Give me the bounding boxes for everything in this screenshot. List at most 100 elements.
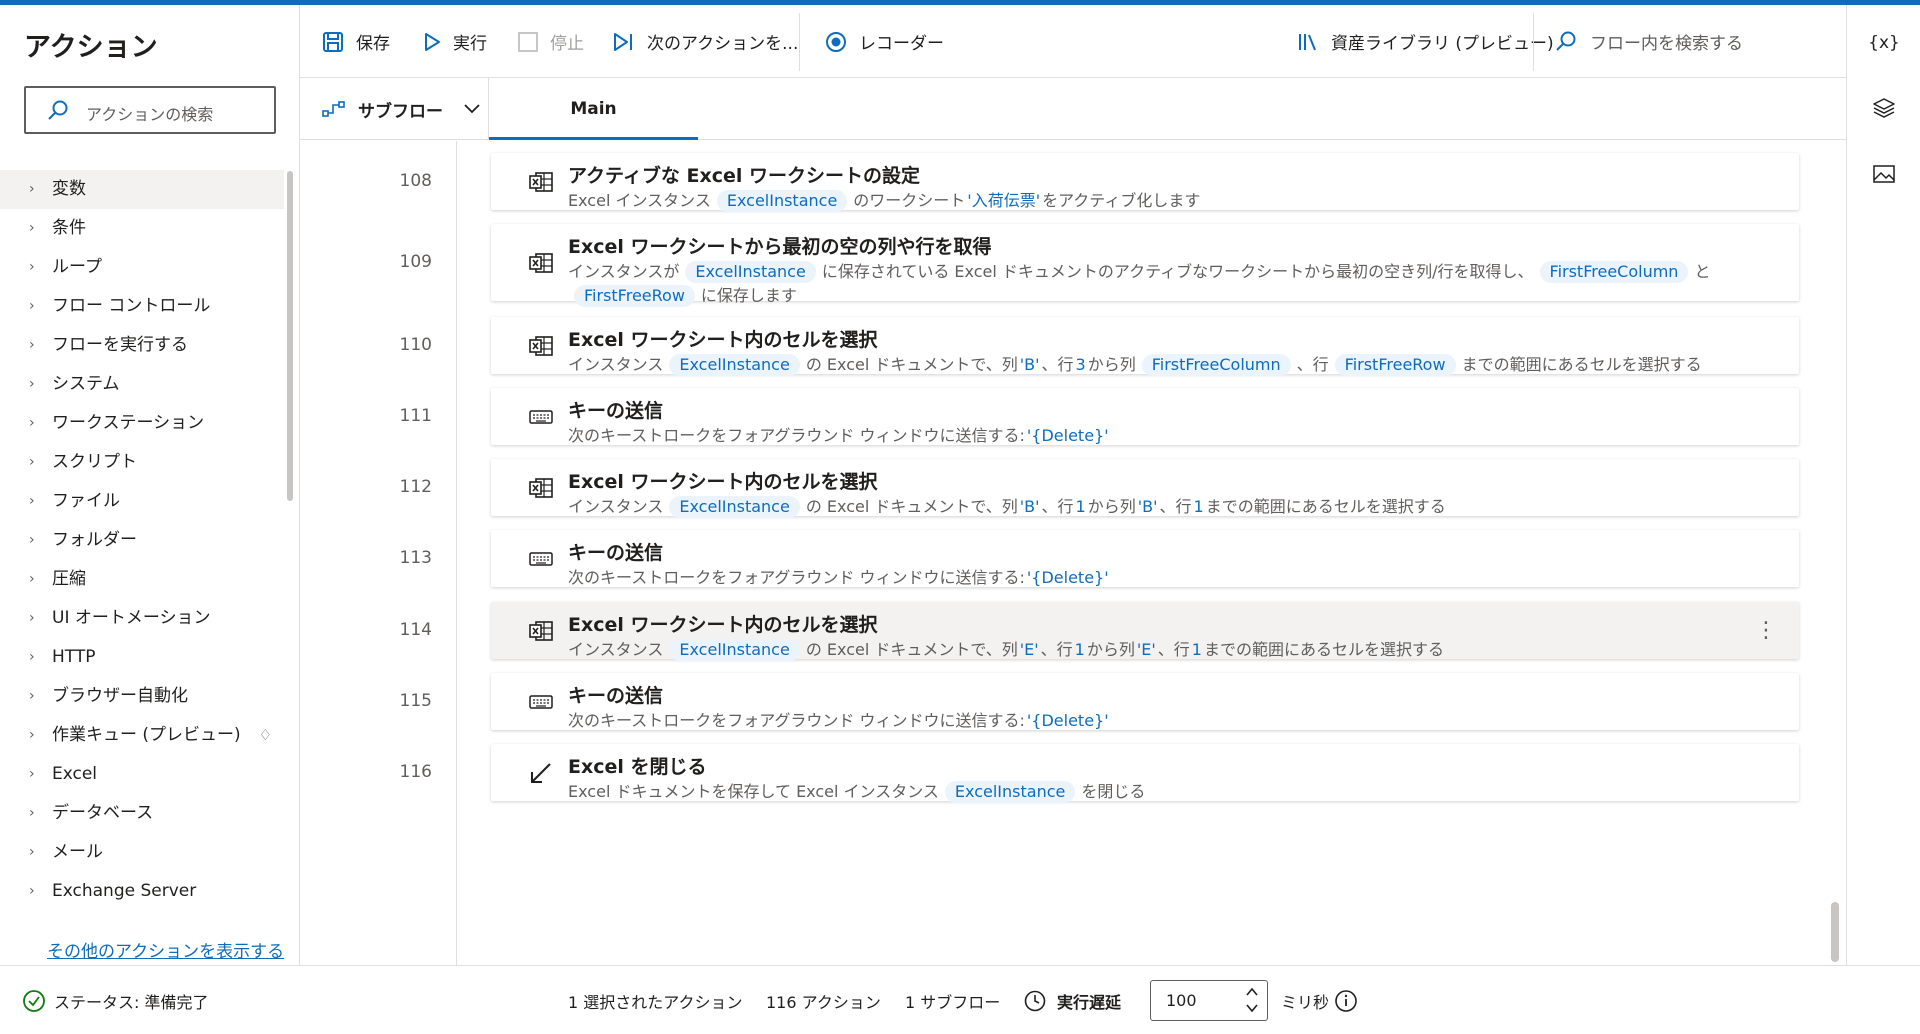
- chevron-right-icon: ›: [29, 220, 35, 236]
- action-card[interactable]: キーの送信 次のキーストロークをフォアグラウンド ウィンドウに送信する: '{Del…: [491, 673, 1799, 730]
- flow-scrollbar[interactable]: [1831, 902, 1839, 962]
- chevron-right-icon: ›: [29, 805, 35, 821]
- next-action-button[interactable]: 次のアクションを...: [613, 5, 798, 78]
- save-label: 保存: [356, 34, 390, 54]
- run-delay-stepper[interactable]: 100: [1150, 980, 1268, 1021]
- description-text: 、行: [1159, 497, 1192, 516]
- category-item[interactable]: › フォルダー: [0, 521, 284, 560]
- variable-chip[interactable]: ExcelInstance: [669, 496, 800, 518]
- stop-button[interactable]: 停止: [518, 5, 584, 78]
- action-card[interactable]: キーの送信 次のキーストロークをフォアグラウンド ウィンドウに送信する: '{Del…: [491, 530, 1799, 587]
- search-icon: [46, 99, 70, 127]
- category-item[interactable]: › 圧縮: [0, 560, 284, 599]
- category-item[interactable]: › Excel: [0, 755, 284, 794]
- category-item[interactable]: › フロー コントロール: [0, 287, 284, 326]
- run-button[interactable]: 実行: [423, 5, 487, 78]
- flow-step[interactable]: 116 Excel を閉じる Excel ドキュメントを保存して Excel インス…: [300, 744, 1800, 803]
- recorder-button[interactable]: レコーダー: [825, 5, 944, 78]
- category-item[interactable]: › ループ: [0, 248, 284, 287]
- variable-chip[interactable]: FirstFreeRow: [574, 285, 695, 307]
- variable-chip[interactable]: ExcelInstance: [669, 354, 800, 376]
- category-item[interactable]: › UI オートメーション: [0, 599, 284, 638]
- action-card[interactable]: Excel ワークシート内のセルを選択 インスタンス ExcelInstance の …: [491, 602, 1799, 662]
- save-button[interactable]: 保存: [322, 5, 390, 78]
- category-item[interactable]: › ファイル: [0, 482, 284, 521]
- action-title: Excel ワークシート内のセルを選択: [568, 471, 878, 493]
- chevron-right-icon: ›: [29, 649, 35, 665]
- action-card[interactable]: Excel を閉じる Excel ドキュメントを保存して Excel インスタンス…: [491, 744, 1799, 803]
- flow-step[interactable]: 114 Excel ワークシート内のセルを選択 インスタンス ExcelInstanc…: [300, 602, 1800, 662]
- category-item[interactable]: › フローを実行する: [0, 326, 284, 365]
- line-number: 115: [399, 690, 432, 711]
- more-actions-link[interactable]: その他のアクションを表示する: [47, 937, 284, 962]
- flow-search-input[interactable]: フロー内を検索する: [1554, 5, 1824, 78]
- action-description: 次のキーストロークをフォアグラウンド ウィンドウに送信する: '{Delete}': [568, 709, 1749, 733]
- parameter-value: 3: [1075, 355, 1086, 374]
- variable-chip[interactable]: FirstFreeColumn: [1141, 354, 1291, 376]
- excel-icon: [528, 477, 554, 499]
- category-item[interactable]: › システム: [0, 365, 284, 404]
- parameter-value: 1: [1191, 640, 1202, 659]
- description-text: と: [1694, 262, 1711, 281]
- category-label: スクリプト: [52, 452, 137, 472]
- action-card[interactable]: アクティブな Excel ワークシートの設定 Excel インスタンス ExcelI…: [491, 153, 1799, 212]
- asset-library-button[interactable]: 資産ライブラリ (プレビュー): [1297, 5, 1554, 78]
- category-item[interactable]: › Exchange Server: [0, 872, 284, 911]
- images-button[interactable]: [1847, 151, 1920, 201]
- category-item[interactable]: › 条件: [0, 209, 284, 248]
- spinner-arrows-icon[interactable]: [1245, 985, 1259, 1020]
- more-options-icon[interactable]: ⋮: [1755, 619, 1777, 642]
- action-description: 次のキーストロークをフォアグラウンド ウィンドウに送信する: '{Delete}': [568, 424, 1749, 448]
- actions-count: 116 アクション: [766, 992, 881, 1012]
- variable-chip[interactable]: ExcelInstance: [685, 261, 816, 283]
- flow-step[interactable]: 109 Excel ワークシートから最初の空の列や行を取得 インスタンスが Excel…: [300, 224, 1800, 307]
- action-description: インスタンス ExcelInstance の Excel ドキュメントで、列 'E'、…: [568, 638, 1749, 662]
- subflow-dropdown[interactable]: サブフロー: [322, 78, 481, 140]
- category-item[interactable]: › 変数: [0, 170, 284, 209]
- category-item[interactable]: › 作業キュー (プレビュー) ♢: [0, 716, 284, 755]
- action-card[interactable]: キーの送信 次のキーストロークをフォアグラウンド ウィンドウに送信する: '{Del…: [491, 388, 1799, 445]
- flow-step[interactable]: 115 キーの送信 次のキーストロークをフォアグラウンド ウィンドウに送信する: '{…: [300, 673, 1800, 730]
- category-item[interactable]: › ブラウザー自動化: [0, 677, 284, 716]
- action-card[interactable]: Excel ワークシート内のセルを選択 インスタンス ExcelInstance の …: [491, 459, 1799, 518]
- left-scrollbar[interactable]: [287, 171, 293, 501]
- excel-icon: [528, 252, 554, 274]
- variable-chip[interactable]: FirstFreeRow: [1334, 354, 1456, 376]
- info-icon[interactable]: [1334, 966, 1358, 1034]
- action-card[interactable]: Excel ワークシート内のセルを選択 インスタンス ExcelInstance の …: [491, 317, 1799, 376]
- flow-step[interactable]: 113 キーの送信 次のキーストロークをフォアグラウンド ウィンドウに送信する: '{…: [300, 530, 1800, 587]
- flow-step[interactable]: 111 キーの送信 次のキーストロークをフォアグラウンド ウィンドウに送信する: '{…: [300, 388, 1800, 445]
- ui-elements-button[interactable]: [1847, 85, 1920, 135]
- category-item[interactable]: › HTTP: [0, 638, 284, 677]
- description-text: の Excel ドキュメントで、列: [805, 355, 1018, 374]
- run-delay-label: 実行遅延: [1023, 966, 1121, 1034]
- chevron-right-icon: ›: [29, 181, 35, 197]
- chevron-right-icon: ›: [29, 376, 35, 392]
- variable-chip[interactable]: ExcelInstance: [669, 639, 800, 661]
- description-text: までの範囲にあるセルを選択する: [1205, 497, 1446, 516]
- category-item[interactable]: › ワークステーション: [0, 404, 284, 443]
- variable-chip[interactable]: ExcelInstance: [716, 190, 848, 212]
- description-text: から列: [1087, 497, 1136, 516]
- chevron-down-icon: [463, 99, 481, 119]
- description-text: から列: [1087, 355, 1136, 374]
- action-card[interactable]: Excel ワークシートから最初の空の列や行を取得 インスタンスが ExcelIns…: [491, 224, 1799, 307]
- flow-step[interactable]: 112 Excel ワークシート内のセルを選択 インスタンス ExcelInstanc…: [300, 459, 1800, 518]
- tab-main[interactable]: Main: [489, 78, 698, 140]
- category-item[interactable]: › スクリプト: [0, 443, 284, 482]
- subflow-label: サブフロー: [358, 101, 443, 122]
- flow-step[interactable]: 108 アクティブな Excel ワークシートの設定 Excel インスタンス Exc…: [300, 153, 1800, 212]
- category-item[interactable]: › メール: [0, 833, 284, 872]
- variable-chip[interactable]: ExcelInstance: [944, 781, 1076, 803]
- actions-search-input[interactable]: アクションの検索: [24, 86, 276, 134]
- flow-step[interactable]: 110 Excel ワークシート内のセルを選択 インスタンス ExcelInstanc…: [300, 317, 1800, 376]
- variables-pane-button[interactable]: {x}: [1847, 18, 1920, 68]
- parameter-value: 'B': [1019, 355, 1040, 374]
- chevron-right-icon: ›: [29, 454, 35, 470]
- line-number: 108: [399, 170, 432, 191]
- premium-diamond-icon: ♢: [258, 726, 273, 744]
- category-list: › 変数 › 条件 › ループ › フロー コントロール › フローを実行する › システム › ワークス…: [0, 170, 284, 911]
- variable-chip[interactable]: FirstFreeColumn: [1539, 261, 1689, 283]
- action-description: 次のキーストロークをフォアグラウンド ウィンドウに送信する: '{Delete}': [568, 566, 1749, 590]
- category-item[interactable]: › データベース: [0, 794, 284, 833]
